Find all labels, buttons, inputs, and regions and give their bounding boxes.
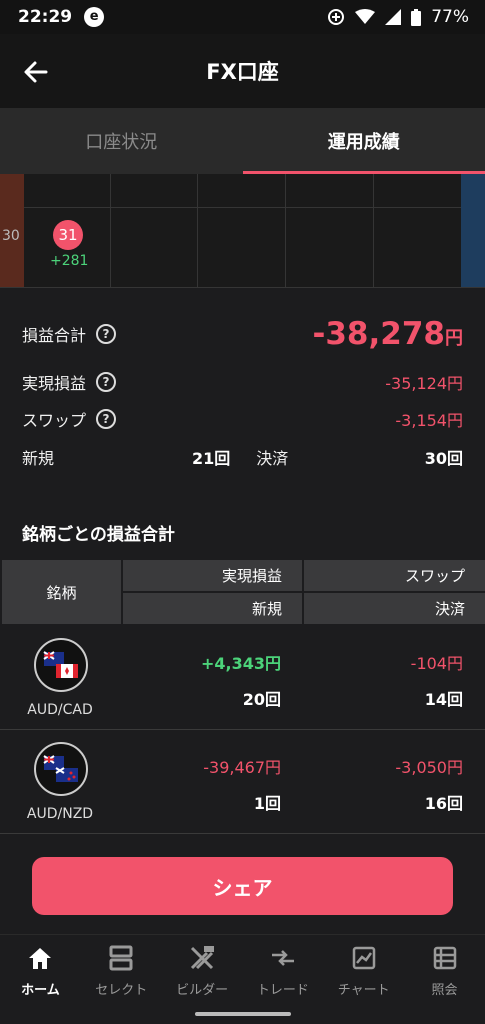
total-pl-unit: 円	[445, 328, 463, 349]
row-new: 1回	[253, 794, 281, 813]
calendar-divider	[373, 174, 374, 288]
row-new: 20回	[242, 690, 281, 709]
header-realized: 実現損益	[123, 560, 302, 591]
calendar-day-profit: +281	[50, 253, 89, 269]
trade-icon	[271, 949, 294, 966]
row-swap: -3,050円	[395, 758, 463, 777]
header-pair: 銘柄	[2, 560, 121, 624]
trade-count-row: 新規 21回 決済 30回	[22, 445, 463, 469]
settle-count: 30回	[424, 449, 463, 468]
nav-label: チャート	[337, 982, 390, 998]
calendar-divider	[197, 174, 198, 288]
bottom-nav: ホーム セレクト ビルダー トレード チャート 照会	[0, 934, 485, 1005]
help-icon[interactable]: ?	[96, 409, 117, 429]
status-icons: 77%	[327, 7, 469, 27]
battery-percent: 77%	[431, 7, 469, 27]
page-title: FX口座	[206, 60, 279, 84]
aud-nzd-flag-icon	[34, 742, 88, 796]
swap-row: スワップ ? -3,154円	[22, 407, 463, 431]
nav-label: ホーム	[21, 982, 60, 998]
chart-icon	[352, 946, 375, 969]
row-realized: +4,343円	[200, 654, 281, 673]
help-icon[interactable]: ?	[96, 372, 117, 392]
header-new: 新規	[123, 593, 302, 624]
calendar-prev-day: 30	[2, 228, 20, 244]
battery-icon	[411, 8, 422, 26]
table-row[interactable]: AUD/CAD +4,343円 -104円 20回 14回	[0, 626, 485, 730]
tab-account-status[interactable]: 口座状況	[0, 108, 243, 174]
select-icon	[109, 945, 133, 970]
swap-value: -3,154円	[395, 411, 463, 430]
nav-label: トレード	[256, 982, 309, 998]
nav-trade[interactable]: トレード	[242, 935, 323, 1005]
nav-home[interactable]: ホーム	[0, 935, 81, 1005]
swap-label-text: スワップ	[22, 411, 87, 430]
home-icon	[29, 947, 52, 969]
row-settle: 14回	[424, 690, 463, 709]
calendar-divider	[0, 287, 485, 288]
nav-label: ビルダー	[176, 982, 229, 998]
back-arrow-icon[interactable]	[22, 58, 50, 86]
total-pl-label: 損益合計 ?	[22, 322, 117, 346]
realized-pl-label-text: 実現損益	[22, 374, 87, 393]
section-title: 銘柄ごとの損益合計	[22, 525, 175, 545]
share-button[interactable]: シェア	[32, 857, 453, 915]
help-icon[interactable]: ?	[96, 324, 117, 344]
wifi-icon	[355, 9, 376, 24]
row-settle: 16回	[424, 794, 463, 813]
calendar-selected-day[interactable]: 31	[53, 220, 83, 250]
nav-inquiry[interactable]: 照会	[404, 935, 485, 1005]
total-pl-value: -38,278円	[313, 316, 464, 352]
table-row[interactable]: AUD/NZD -39,467円 -3,050円 1回 16回	[0, 730, 485, 834]
status-bar: 22:29 e 77%	[0, 0, 485, 34]
signal-icon	[385, 9, 402, 25]
builder-icon	[191, 945, 215, 969]
nav-builder[interactable]: ビルダー	[162, 935, 243, 1005]
calendar-divider	[24, 207, 461, 208]
home-indicator[interactable]	[195, 1012, 291, 1016]
settle-label: 決済	[256, 449, 289, 468]
realized-pl-row: 実現損益 ? -35,124円	[22, 370, 463, 394]
tab-performance[interactable]: 運用成績	[242, 108, 485, 174]
total-pl-label-text: 損益合計	[22, 326, 87, 345]
header-swap: スワップ	[304, 560, 485, 591]
pair-name: AUD/CAD	[27, 702, 93, 718]
nav-chart[interactable]: チャート	[323, 935, 404, 1005]
calendar-saturday-column	[461, 174, 485, 288]
realized-pl-label: 実現損益 ?	[22, 370, 117, 394]
new-count: 21回	[192, 449, 231, 468]
calendar-divider	[110, 174, 111, 288]
app-bar: FX口座	[0, 34, 485, 108]
nav-label: 照会	[431, 982, 458, 998]
nav-label: セレクト	[95, 982, 148, 998]
new-label: 新規	[22, 449, 55, 468]
total-pl-number: -38,278	[312, 316, 446, 352]
list-icon	[433, 946, 456, 969]
calendar-divider	[285, 174, 286, 288]
status-time: 22:29	[18, 7, 73, 27]
swap-label: スワップ ?	[22, 407, 117, 431]
row-swap: -104円	[410, 654, 463, 673]
nav-select[interactable]: セレクト	[81, 935, 162, 1005]
data-saver-icon	[328, 9, 345, 25]
realized-pl-value: -35,124円	[385, 374, 463, 393]
header-settle: 決済	[304, 593, 485, 624]
app-notification-icon: e	[84, 7, 105, 27]
tab-bar: 口座状況 運用成績	[0, 108, 485, 174]
row-realized: -39,467円	[203, 758, 281, 777]
pair-name: AUD/NZD	[26, 806, 94, 822]
total-pl-row: 損益合計 ? -38,278円	[22, 316, 463, 352]
aud-cad-flag-icon	[34, 638, 88, 692]
